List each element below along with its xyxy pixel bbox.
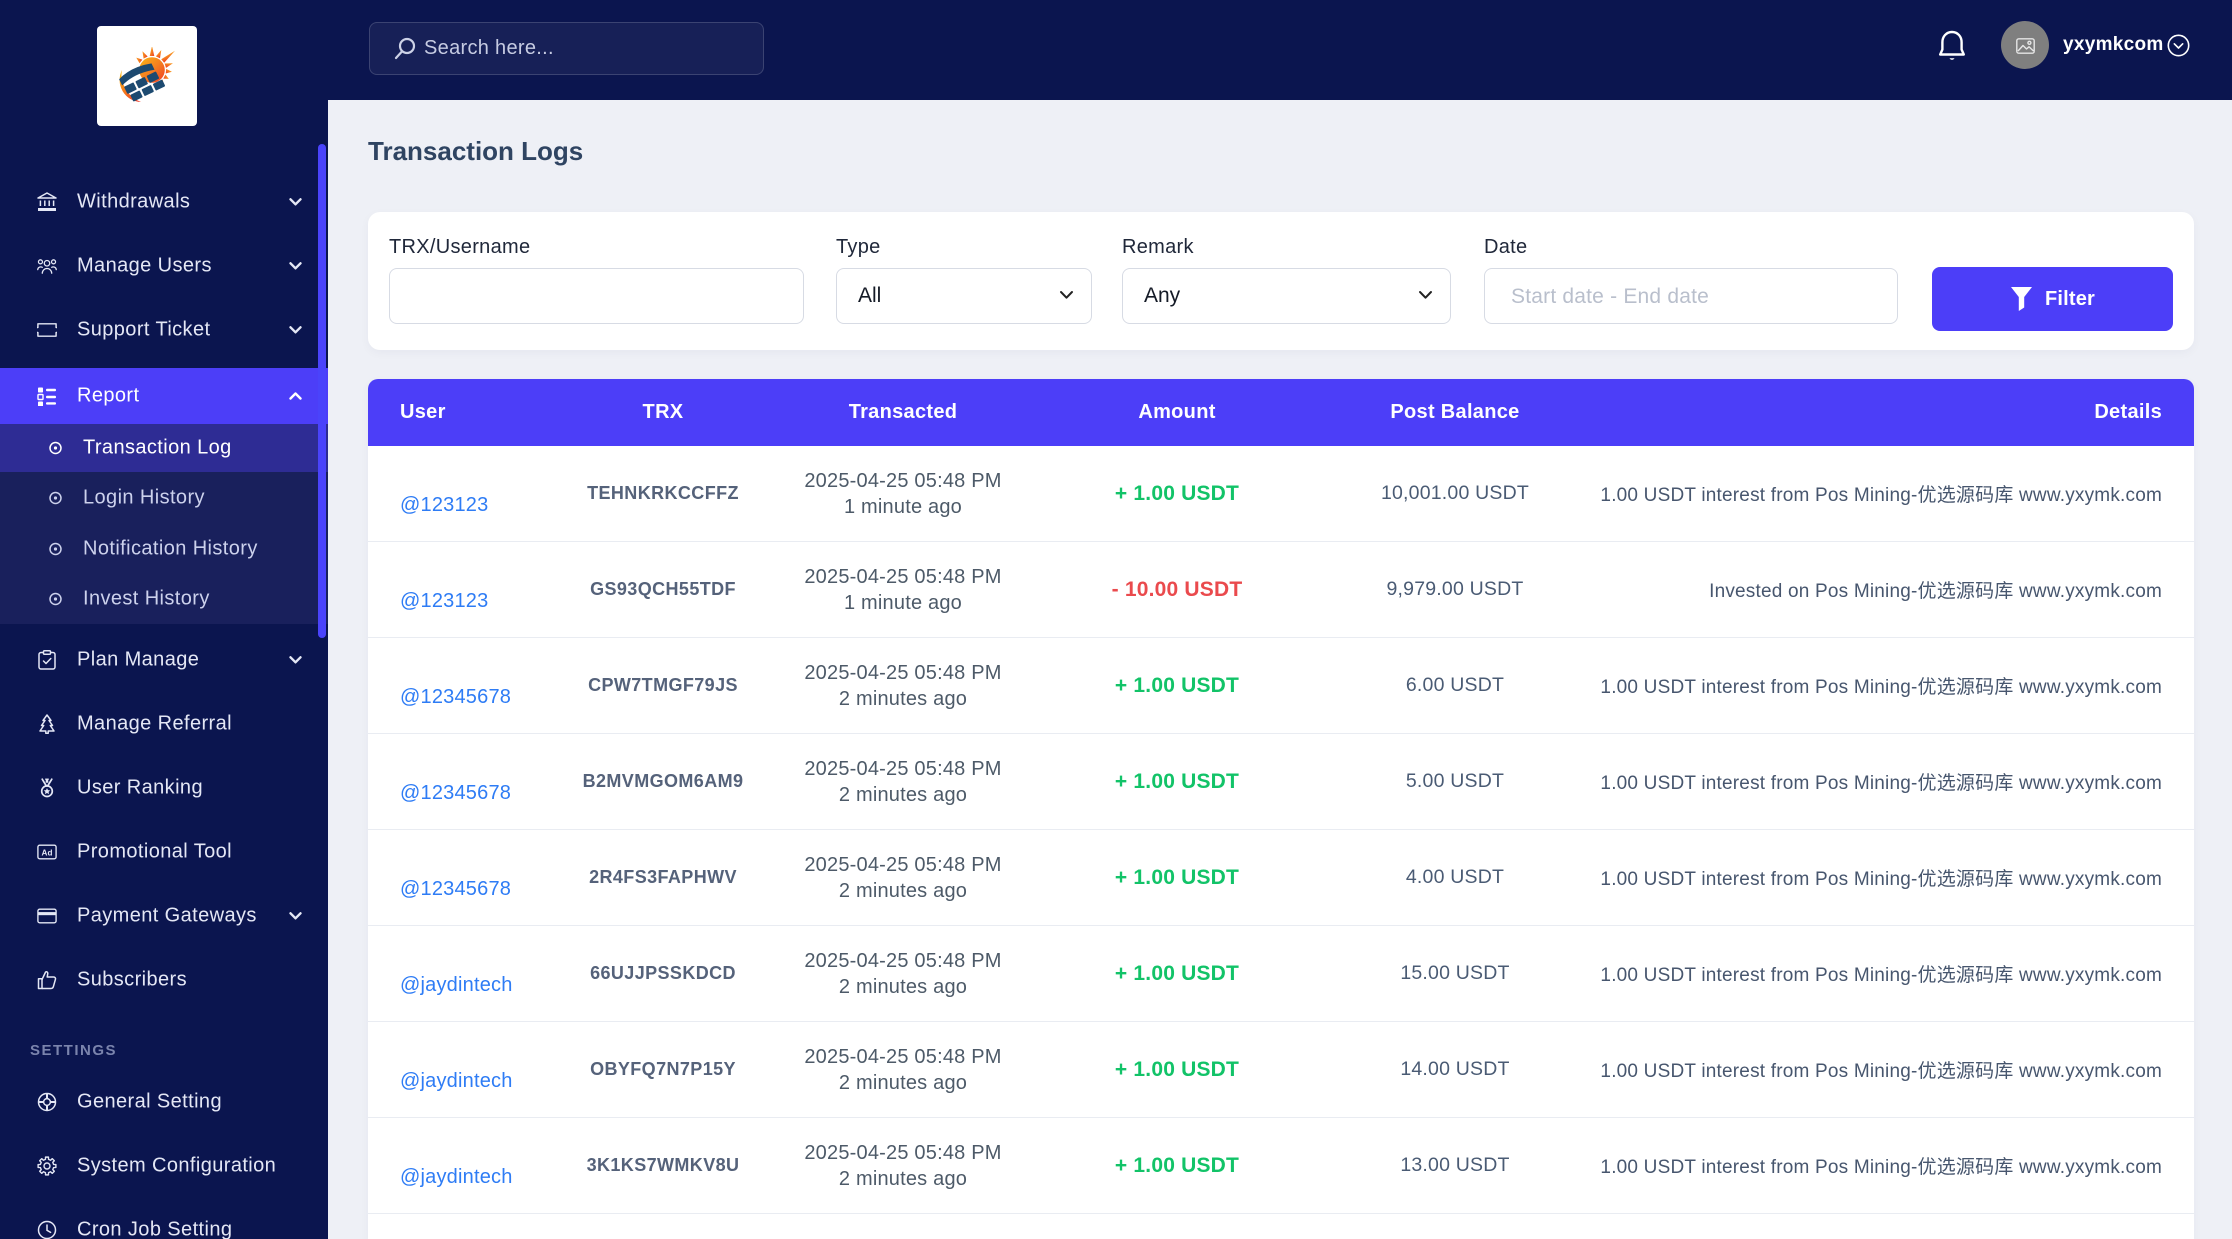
svg-text:Ad: Ad <box>42 849 53 858</box>
